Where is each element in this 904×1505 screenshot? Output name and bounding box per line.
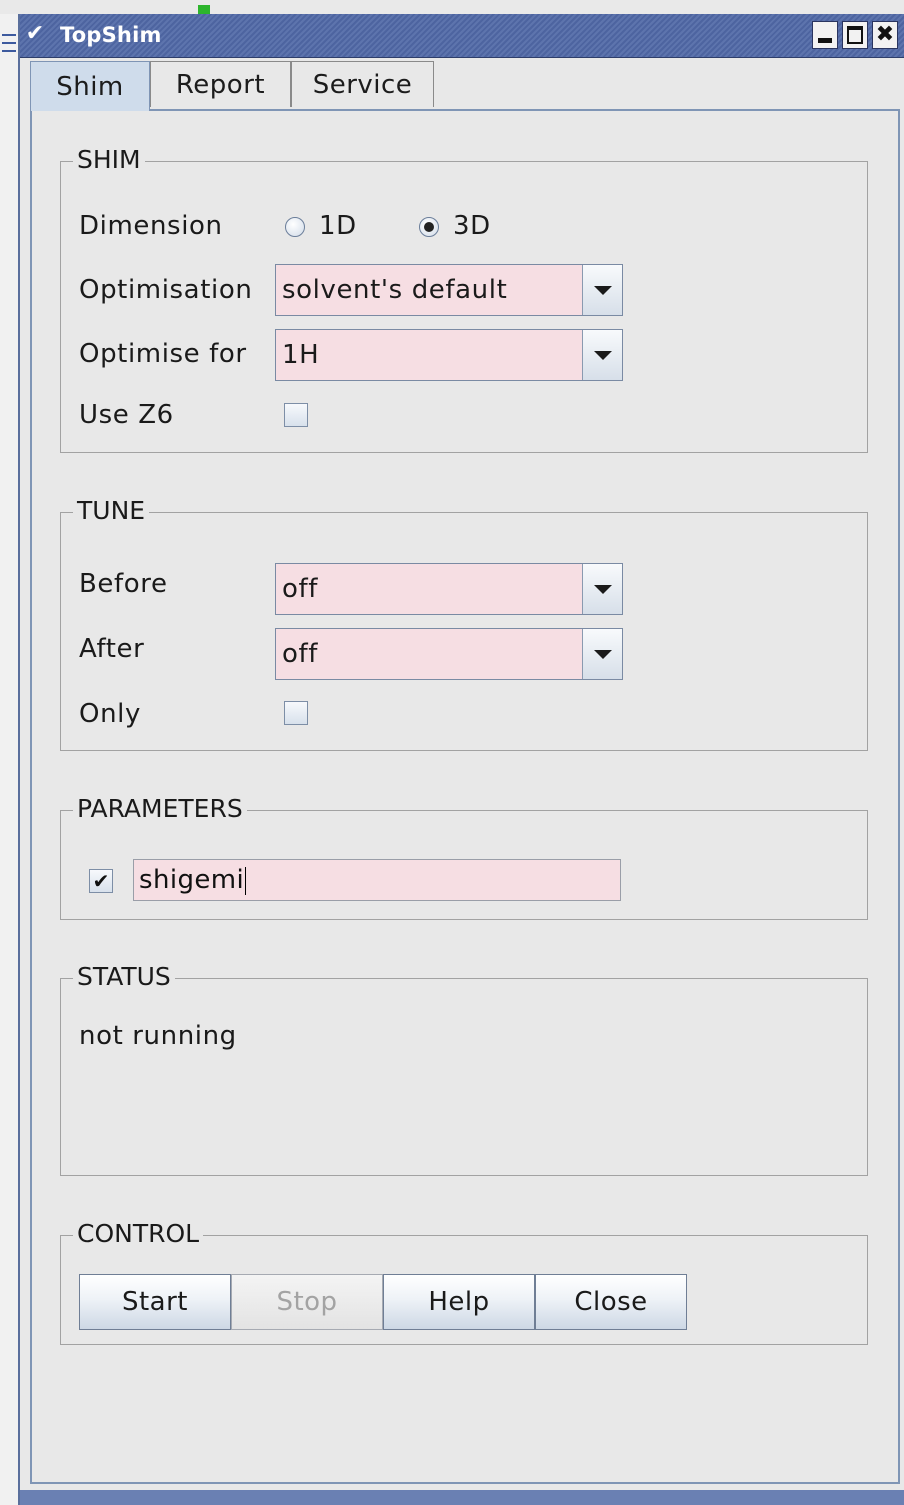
tab-bar: Shim Report Service — [30, 61, 900, 111]
shim-tab-panel: SHIM Dimension 1D 3D Optimisation solven… — [30, 109, 900, 1484]
status-group: STATUS not running — [60, 962, 868, 1176]
edge-mark — [2, 42, 16, 44]
parameters-text: shigemi — [139, 865, 245, 895]
screen: ✔ TopShim ✖ Shim Report Service SHIM Dim… — [0, 0, 904, 1505]
help-button[interactable]: Help — [383, 1274, 535, 1330]
maximize-button[interactable] — [842, 21, 868, 49]
tune-only-checkbox[interactable] — [284, 701, 308, 725]
dimension-3d-label[interactable]: 3D — [453, 211, 491, 241]
text-caret — [245, 866, 247, 895]
dimension-3d-radio[interactable] — [419, 217, 439, 237]
tune-only-label: Only — [79, 699, 141, 729]
control-group: CONTROL Start Stop Help Close — [60, 1219, 868, 1345]
edge-mark — [2, 34, 16, 36]
parameters-input[interactable]: shigemi — [133, 859, 621, 901]
tune-after-value: off — [282, 639, 319, 669]
chevron-down-icon[interactable] — [582, 629, 622, 679]
chevron-down-icon[interactable] — [582, 330, 622, 380]
titlebar[interactable]: ✔ TopShim ✖ — [20, 14, 904, 58]
window-bottom-border — [20, 1490, 904, 1505]
tune-group-title: TUNE — [73, 496, 150, 525]
maximize-icon — [847, 26, 863, 44]
optimise-for-label: Optimise for — [79, 339, 247, 369]
shim-group: SHIM Dimension 1D 3D Optimisation solven… — [60, 145, 868, 453]
shim-group-title: SHIM — [73, 145, 145, 174]
control-group-title: CONTROL — [73, 1219, 204, 1248]
dimension-1d-radio[interactable] — [285, 217, 305, 237]
background-status-indicator — [198, 5, 210, 14]
parameters-group: PARAMETERS ✔ shigemi — [60, 794, 868, 920]
tune-before-select[interactable]: off — [275, 563, 623, 615]
minimize-button[interactable] — [812, 21, 838, 49]
use-z6-checkbox[interactable] — [284, 403, 308, 427]
tune-before-value: off — [282, 574, 319, 604]
background-window-strip — [0, 0, 904, 14]
minimize-icon — [818, 37, 832, 43]
chevron-down-icon[interactable]: ✔ — [24, 23, 46, 45]
dimension-1d-label[interactable]: 1D — [319, 211, 357, 241]
status-text: not running — [79, 1021, 237, 1051]
background-window-edge — [0, 14, 18, 1505]
tab-service[interactable]: Service — [291, 61, 434, 107]
stop-button[interactable]: Stop — [231, 1274, 383, 1330]
start-button[interactable]: Start — [79, 1274, 231, 1330]
use-z6-label: Use Z6 — [79, 400, 174, 430]
topshim-window: ✔ TopShim ✖ Shim Report Service SHIM Dim… — [18, 14, 904, 1505]
window-title: TopShim — [60, 23, 162, 47]
optimise-for-select[interactable]: 1H — [275, 329, 623, 381]
parameters-enable-checkbox[interactable]: ✔ — [89, 869, 113, 893]
parameters-group-title: PARAMETERS — [73, 794, 247, 823]
dimension-label: Dimension — [79, 211, 223, 241]
status-group-title: STATUS — [73, 962, 175, 991]
tune-before-label: Before — [79, 569, 168, 599]
optimisation-select[interactable]: solvent's default — [275, 264, 623, 316]
optimisation-value: solvent's default — [282, 275, 508, 305]
chevron-down-icon[interactable] — [582, 265, 622, 315]
optimise-for-value: 1H — [282, 340, 320, 370]
tune-group: TUNE Before off After off Only — [60, 496, 868, 751]
tune-after-select[interactable]: off — [275, 628, 623, 680]
parameters-value: shigemi — [139, 865, 247, 895]
tab-report[interactable]: Report — [150, 61, 291, 107]
tab-shim[interactable]: Shim — [30, 61, 150, 111]
close-icon: ✖ — [875, 22, 895, 47]
close-window-button[interactable]: ✖ — [872, 21, 898, 49]
edge-mark — [2, 50, 16, 52]
tune-after-label: After — [79, 634, 145, 664]
chevron-down-icon[interactable] — [582, 564, 622, 614]
close-button[interactable]: Close — [535, 1274, 687, 1330]
optimisation-label: Optimisation — [79, 275, 253, 305]
